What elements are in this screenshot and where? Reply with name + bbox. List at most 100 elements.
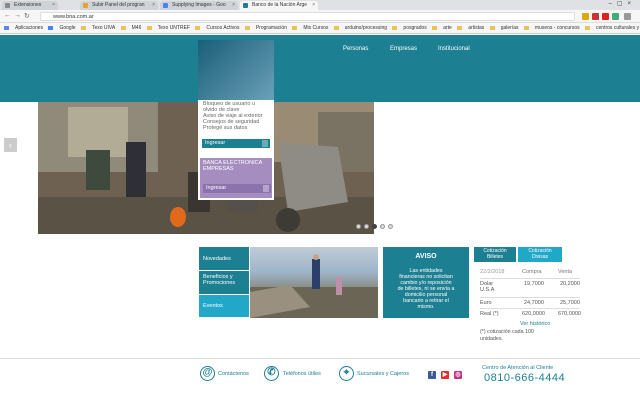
puzzle-icon (5, 3, 10, 8)
forward-icon[interactable]: → (14, 12, 21, 19)
site-header (0, 35, 640, 102)
cotizacion-panel: Cotización Billetes Cotización Divisas 2… (474, 247, 581, 347)
phone-number[interactable]: 0810-666-4444 (484, 372, 565, 384)
ingresar-empresas-button[interactable]: Ingresar (203, 184, 271, 193)
homebanking-card: Bloqueo de usuario u olvido de clave Avi… (198, 40, 274, 200)
folder-icon (195, 25, 201, 30)
window-controls[interactable]: –▢× (608, 0, 636, 9)
instagram-icon[interactable]: ◎ (454, 371, 462, 379)
browser-tab-subir-panel[interactable]: Subir Panel del progran × (80, 1, 158, 10)
bookmark[interactable]: arte (432, 23, 452, 33)
arrow-right-icon (263, 185, 269, 192)
bookmark[interactable]: Mis Cursos (292, 23, 328, 33)
nav-institucional[interactable]: Institucional (438, 46, 470, 52)
bookmark[interactable]: Cursos Activos (195, 23, 239, 33)
apps-icon (4, 25, 9, 30)
folder-icon (146, 25, 152, 30)
col-venta: Venta (558, 269, 573, 275)
arrow-right-icon (262, 140, 268, 147)
folder-icon (120, 25, 126, 30)
bank-icon (243, 3, 248, 8)
nav-personas[interactable]: Personas (343, 46, 368, 52)
event-image (250, 254, 378, 318)
link-novedades[interactable]: Novedades (199, 247, 249, 271)
folder-icon (292, 25, 298, 30)
bookmark[interactable]: Texo UIVA (80, 23, 115, 33)
bookmarks-bar: Aplicaciones Google Texo UIVA M46 Texo U… (0, 23, 640, 34)
bookmark[interactable]: posgrados (392, 23, 427, 33)
browser-tab-banco-nacion[interactable]: Banco de la Nación Arge × (240, 1, 318, 10)
phone-icon[interactable]: ✆ (264, 366, 279, 381)
close-icon[interactable]: × (312, 1, 315, 10)
reload-icon[interactable]: ↻ (24, 12, 30, 20)
ver-historico-link[interactable]: Ver histórico (520, 321, 550, 327)
youtube-icon[interactable]: ▶ (441, 371, 449, 379)
table-row: Dolar U.S.A 19,7000 20,2000 (480, 278, 580, 296)
card-photo (198, 40, 274, 100)
url-input[interactable]: www.bna.com.ar (40, 12, 575, 21)
carousel-dot[interactable] (388, 224, 393, 229)
bookmark[interactable]: arduino/processing (333, 23, 387, 33)
link-eventos[interactable]: Eventos (199, 295, 249, 318)
folder-icon (80, 25, 86, 30)
contactenos-link[interactable]: Contáctenos (218, 371, 249, 377)
folder-icon (523, 25, 529, 30)
folder-icon (244, 25, 250, 30)
aviso-title: AVISO (415, 253, 437, 260)
homebanking-links[interactable]: Bloqueo de usuario u olvido de clave Avi… (203, 101, 273, 131)
link-beneficios[interactable]: Beneficios y Promociones (199, 271, 249, 295)
close-icon[interactable]: × (152, 1, 155, 10)
extension-icon[interactable] (612, 13, 619, 20)
table-row: Euro 24,7000 25,7000 (480, 297, 580, 307)
col-compra: Compra (522, 269, 542, 275)
browser-tab-supplying-images[interactable]: Supplying Images - Goo × (160, 1, 238, 10)
event-photo[interactable] (250, 247, 378, 318)
bookmark[interactable]: Texo UNTREF (146, 23, 190, 33)
sucursales-link[interactable]: Sucursales y Cajeros (357, 371, 409, 377)
folder-icon (457, 25, 463, 30)
tab-cotizacion-divisas[interactable]: Cotización Divisas (518, 247, 562, 262)
aviso-box: AVISO Las entidades financieras no solic… (383, 247, 469, 318)
browser-tab-strip: Extensiones × Subir Panel del progran × Su… (0, 0, 640, 10)
google-icon (163, 3, 168, 8)
back-icon[interactable]: ← (4, 12, 11, 19)
location-pin-icon[interactable]: ⌖ (339, 366, 354, 381)
browser-tab-extensiones[interactable]: Extensiones × (2, 1, 58, 10)
bookmark[interactable]: centros culturales y (585, 23, 639, 33)
at-icon[interactable]: @ (200, 366, 215, 381)
folder-icon (432, 25, 438, 30)
folder-icon (333, 25, 339, 30)
bookmark[interactable]: Programación (244, 23, 287, 33)
carousel-dot[interactable] (372, 224, 377, 229)
carousel-dot[interactable] (364, 224, 369, 229)
bookmark[interactable]: artistas (457, 23, 484, 33)
telefonos-link[interactable]: Teléfonos útiles (283, 371, 321, 377)
document-icon (83, 3, 88, 8)
nav-empresas[interactable]: Empresas (390, 46, 417, 52)
menu-icon[interactable] (624, 13, 631, 20)
extension-icon[interactable] (602, 13, 609, 20)
quick-links: Novedades Beneficios y Promociones Event… (199, 247, 249, 318)
cotizacion-note: (*) cotización cada 100 unidades. (480, 329, 534, 342)
bookmark[interactable]: museos - concursos (523, 23, 580, 33)
close-icon[interactable]: × (52, 1, 55, 10)
folder-icon (489, 25, 495, 30)
ingresar-personas-button[interactable]: Ingresar (202, 139, 270, 148)
bookmark[interactable]: Aplicaciones (4, 23, 43, 33)
bookmark[interactable]: M46 (120, 23, 141, 33)
carousel-prev-button[interactable]: ‹ (4, 138, 17, 152)
facebook-icon[interactable]: f (428, 371, 436, 379)
star-icon[interactable] (582, 13, 589, 20)
table-row: Real (*) 620,0000 670,0000 (480, 308, 581, 318)
close-icon[interactable]: × (232, 1, 235, 10)
bookmark[interactable]: Google (48, 23, 76, 33)
banca-empresas-title: BANCA ELECTRONICA EMPRESAS (203, 160, 263, 172)
extension-icon[interactable] (592, 13, 599, 20)
footer: @ Contáctenos ✆ Teléfonos útiles ⌖ Sucur… (0, 358, 640, 400)
carousel-dot[interactable] (356, 224, 361, 229)
folder-icon (585, 25, 591, 30)
google-icon (48, 25, 54, 30)
tab-cotizacion-billetes[interactable]: Cotización Billetes (474, 247, 516, 262)
bookmark[interactable]: galerías (489, 23, 519, 33)
carousel-dot[interactable] (380, 224, 385, 229)
